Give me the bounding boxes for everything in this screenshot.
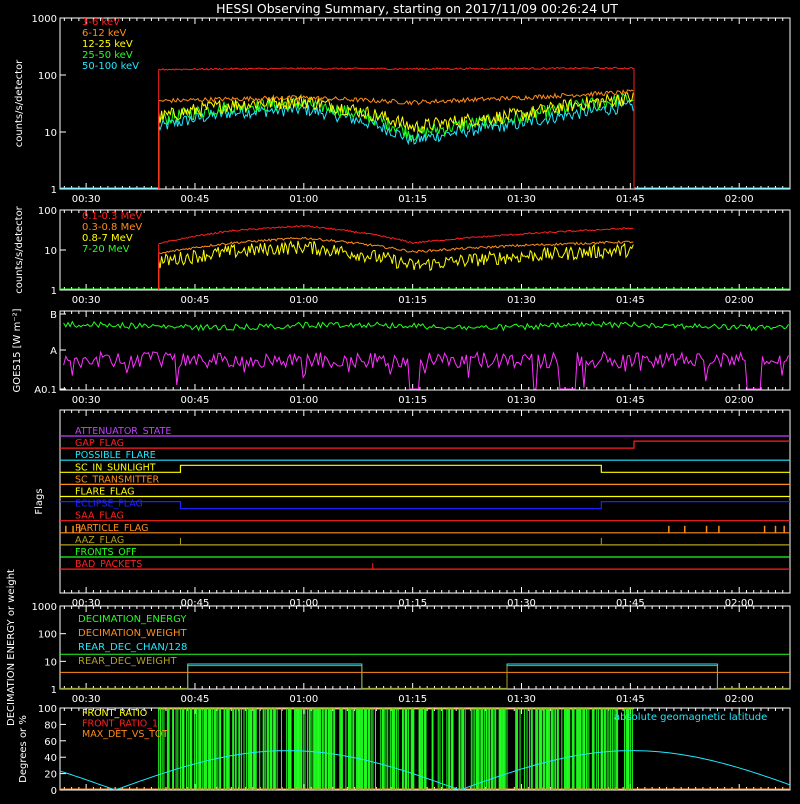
flag-label-4: SC_TRANSMITTER bbox=[75, 474, 160, 485]
flag-label-1: GAP_FLAG bbox=[75, 438, 124, 449]
x-tick-label: 00:30 bbox=[72, 694, 101, 705]
flag-label-5: FLARE_FLAG bbox=[75, 487, 135, 498]
x-tick-label: 02:00 bbox=[725, 295, 754, 306]
y-tick-label: 1 bbox=[51, 286, 57, 297]
x-tick-label: 01:00 bbox=[289, 694, 318, 705]
legend-entry-0: 0.1-0.3 MeV bbox=[82, 211, 142, 222]
flag-label-10: FRONTS_OFF bbox=[75, 547, 137, 558]
legend-entry-2: 12-25 keV bbox=[82, 39, 133, 50]
y-axis-label: Degrees or % bbox=[18, 715, 29, 783]
flag-label-9: AAZ_FLAG bbox=[75, 535, 124, 546]
y-tick-label: A bbox=[50, 346, 57, 357]
flag-label-8: PARTICLE_FLAG bbox=[75, 523, 148, 534]
x-tick-label: 01:30 bbox=[507, 694, 536, 705]
legend-entry-1: FRONT_RATIO_1 bbox=[82, 719, 158, 730]
x-tick-label: 00:45 bbox=[181, 395, 210, 406]
x-tick-label: 00:30 bbox=[72, 295, 101, 306]
x-tick-label: 02:00 bbox=[725, 194, 754, 205]
y-axis-label: counts/s/detector bbox=[14, 205, 25, 293]
legend-entry-1: 0.3-0.8 MeV bbox=[82, 222, 142, 233]
x-tick-label: 01:15 bbox=[398, 194, 427, 205]
x-tick-label: 00:30 bbox=[72, 194, 101, 205]
y-tick-label: 10 bbox=[44, 657, 57, 668]
y-tick-label: 10 bbox=[44, 128, 57, 139]
y-tick-label: 20 bbox=[44, 770, 57, 781]
x-tick-label: 02:00 bbox=[725, 395, 754, 406]
y-tick-label: 100 bbox=[38, 71, 57, 82]
x-tick-label: 00:45 bbox=[181, 295, 210, 306]
y-tick-label: 100 bbox=[38, 630, 57, 641]
legend-entry-4: 50-100 keV bbox=[82, 61, 139, 72]
y-tick-label: 100 bbox=[38, 704, 57, 715]
flag-label-6: ECLIPSE_FLAG bbox=[75, 499, 143, 510]
flag-label-3: SC_IN_SUNLIGHT bbox=[75, 462, 156, 473]
x-tick-label: 01:00 bbox=[289, 395, 318, 406]
x-tick-label: 01:45 bbox=[616, 395, 645, 406]
y-tick-label: 80 bbox=[44, 720, 57, 731]
y-tick-label: 1 bbox=[51, 185, 57, 196]
legend-entry-3: 25-50 keV bbox=[82, 50, 133, 61]
chart-title: HESSI Observing Summary, starting on 201… bbox=[216, 1, 618, 16]
y-tick-label: 1 bbox=[51, 685, 57, 696]
legend-entry-2: REAR_DEC_CHAN/128 bbox=[78, 642, 187, 653]
legend-entry-3: absolute geomagnetic latitude bbox=[614, 712, 767, 723]
flag-label-11: BAD_PACKETS bbox=[75, 559, 142, 570]
x-tick-label: 01:00 bbox=[289, 194, 318, 205]
x-tick-label: 01:45 bbox=[616, 694, 645, 705]
flag-label-7: SAA_FLAG bbox=[75, 511, 124, 522]
y-tick-label: 1000 bbox=[32, 602, 57, 613]
legend-entry-1: DECIMATION_WEIGHT bbox=[78, 628, 187, 639]
legend-entry-1: 6-12 keV bbox=[82, 28, 126, 39]
y-tick-label: 60 bbox=[44, 737, 57, 748]
legend-entry-2: 0.8-7 MeV bbox=[82, 233, 133, 244]
y-axis-label: Flags bbox=[34, 488, 45, 514]
y-tick-label: 40 bbox=[44, 753, 57, 764]
x-tick-label: 01:15 bbox=[398, 694, 427, 705]
y-tick-label: 1000 bbox=[32, 14, 57, 25]
legend-entry-3: 7-20 MeV bbox=[82, 244, 130, 255]
y-axis-label: counts/s/detector bbox=[14, 59, 25, 147]
legend-entry-0: DECIMATION_ENERGY bbox=[78, 614, 187, 625]
x-tick-label: 00:45 bbox=[181, 194, 210, 205]
x-tick-label: 01:45 bbox=[616, 295, 645, 306]
x-tick-label: 01:30 bbox=[507, 295, 536, 306]
y-tick-label: 0 bbox=[51, 786, 57, 797]
x-tick-label: 01:00 bbox=[289, 295, 318, 306]
x-tick-label: 01:15 bbox=[398, 395, 427, 406]
x-tick-label: 01:15 bbox=[398, 295, 427, 306]
flag-label-0: ATTENUATOR_STATE bbox=[75, 426, 171, 437]
y-tick-label: A0.1 bbox=[34, 385, 57, 396]
x-tick-label: 00:45 bbox=[181, 694, 210, 705]
legend-entry-0: FRONT_RATIO bbox=[82, 708, 147, 719]
chart-canvas: HESSI Observing Summary, starting on 201… bbox=[0, 0, 800, 800]
y-tick-label: 100 bbox=[38, 206, 57, 217]
x-tick-label: 01:45 bbox=[616, 194, 645, 205]
legend-entry-2: MAX_DET_VS_TOT bbox=[82, 729, 168, 740]
flag-label-2: POSSIBLE_FLARE bbox=[75, 450, 156, 461]
y-axis-label: DECIMATION ENERGY or weight bbox=[6, 569, 17, 726]
legend-entry-3: REAR_DEC_WEIGHT bbox=[78, 656, 177, 667]
y-tick-label: 10 bbox=[44, 246, 57, 257]
hessi-summary-chart: HESSI Observing Summary, starting on 201… bbox=[0, 0, 800, 800]
x-tick-label: 01:30 bbox=[507, 395, 536, 406]
y-tick-label: B bbox=[50, 310, 57, 321]
x-tick-label: 02:00 bbox=[725, 694, 754, 705]
x-tick-label: 01:30 bbox=[507, 194, 536, 205]
x-tick-label: 00:30 bbox=[72, 395, 101, 406]
y-axis-label: GOES15 [W m⁻²] bbox=[12, 308, 23, 392]
legend-entry-0: 3-6 keV bbox=[82, 17, 120, 28]
